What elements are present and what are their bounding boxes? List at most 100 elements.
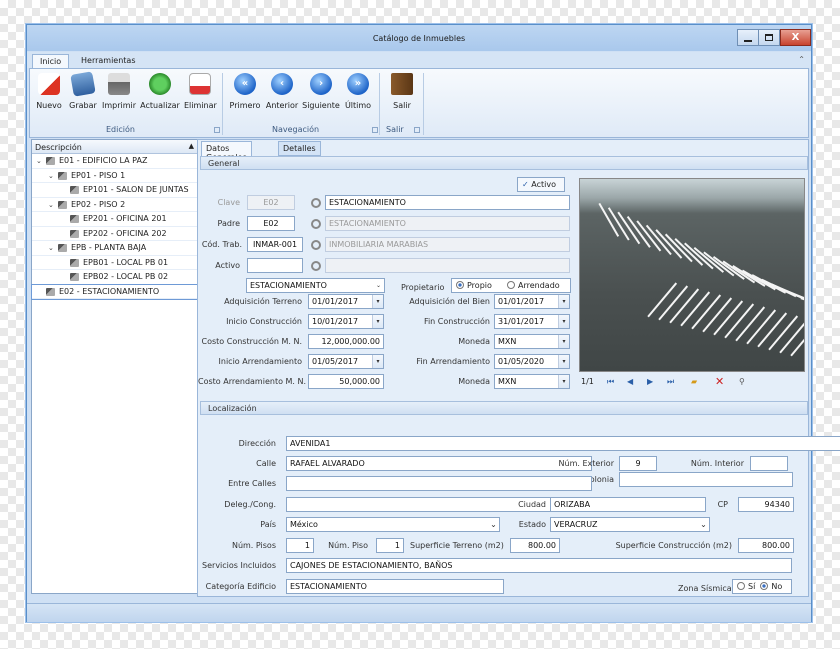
- date-field[interactable]: 01/01/2017 ▾: [494, 294, 570, 309]
- ciudad-field[interactable]: ORIZABA: [550, 497, 706, 512]
- currency-select[interactable]: MXN ▾: [494, 374, 570, 389]
- anterior-button[interactable]: ‹ Anterior: [264, 73, 300, 110]
- propietario-label: Propietario: [401, 283, 445, 292]
- num-piso-field[interactable]: 1: [376, 538, 404, 553]
- categoria-field[interactable]: ESTACIONAMIENTO: [286, 579, 504, 594]
- search-icon[interactable]: [311, 219, 321, 229]
- parking-line: [691, 294, 721, 330]
- activo-field[interactable]: [247, 258, 303, 273]
- colonia-field[interactable]: [619, 472, 793, 487]
- date-field[interactable]: 31/01/2017 ▾: [494, 314, 570, 329]
- group-launcher-icon[interactable]: [414, 127, 420, 133]
- ribbon-tab-herramientas[interactable]: Herramientas: [74, 54, 143, 69]
- num-interior-label: Núm. Interior: [690, 459, 744, 468]
- actualizar-button[interactable]: Actualizar: [140, 73, 180, 110]
- photo-prev-icon[interactable]: ◀: [627, 377, 633, 386]
- expand-toggle-icon[interactable]: ⌄: [48, 198, 54, 212]
- photo-next-icon[interactable]: ▶: [647, 377, 653, 386]
- clave-field[interactable]: E02: [247, 195, 295, 210]
- num-exterior-field[interactable]: 9: [619, 456, 657, 471]
- codtrab-field[interactable]: INMAR-001: [247, 237, 303, 252]
- propietario-radio-group: Propio Arrendado: [451, 278, 571, 293]
- ribbon-collapse-icon[interactable]: ⌃: [798, 55, 805, 64]
- minimize-button[interactable]: [737, 29, 759, 46]
- num-interior-field[interactable]: [750, 456, 788, 471]
- building-icon: [70, 186, 79, 194]
- activo-checkbox[interactable]: ✓ Activo: [517, 177, 565, 192]
- cp-field[interactable]: 94340: [738, 497, 794, 512]
- photo-first-icon[interactable]: ⏮: [607, 377, 614, 387]
- group-edicion-label: Edición: [106, 125, 135, 134]
- tree-node-label: EP01 - PISO 1: [71, 170, 126, 180]
- date-label: Moneda: [458, 337, 490, 346]
- search-icon[interactable]: [311, 261, 321, 271]
- tree-node[interactable]: EP201 - OFICINA 201: [32, 212, 198, 227]
- num-pisos-field[interactable]: 1: [286, 538, 314, 553]
- tree-node-label: EPB02 - LOCAL PB 02: [83, 272, 169, 281]
- search-icon[interactable]: [311, 198, 321, 208]
- date-field[interactable]: 01/01/2017 ▾: [308, 294, 384, 309]
- tree-node[interactable]: EPB02 - LOCAL PB 02: [32, 270, 198, 285]
- tree-header[interactable]: Descripción ▲: [32, 140, 198, 154]
- sup-terreno-field[interactable]: 800.00: [510, 538, 560, 553]
- search-icon[interactable]: [311, 240, 321, 250]
- ribbon-tab-inicio[interactable]: Inicio: [32, 54, 70, 69]
- tree-node[interactable]: ⌄ EPB - PLANTA BAJA: [32, 241, 198, 256]
- tipo-select[interactable]: ESTACIONAMIENTO ⌄: [246, 278, 385, 293]
- pais-select[interactable]: México ⌄: [286, 517, 500, 532]
- ultimo-button[interactable]: » Último: [343, 73, 373, 110]
- amount-field[interactable]: 12,000,000.00: [308, 334, 384, 349]
- zoom-icon[interactable]: ⚲: [739, 377, 745, 386]
- parking-line: [669, 288, 699, 324]
- date-field[interactable]: 01/05/2020 ▾: [494, 354, 570, 369]
- primero-button[interactable]: «Primero: [228, 73, 262, 110]
- padre-field[interactable]: E02: [247, 216, 295, 231]
- servicios-field[interactable]: CAJONES DE ESTACIONAMIENTO, BAÑOS: [286, 558, 792, 573]
- group-launcher-icon[interactable]: [372, 127, 378, 133]
- expand-toggle-icon[interactable]: ⌄: [48, 169, 54, 183]
- folder-open-icon[interactable]: ▰: [691, 377, 697, 386]
- deleg-field[interactable]: [286, 497, 592, 512]
- tree-node[interactable]: ⌄ EP02 - PISO 2: [32, 198, 198, 212]
- tree-node[interactable]: E02 - ESTACIONAMIENTO: [31, 283, 199, 300]
- tree-node[interactable]: ⌄ E01 - EDIFICIO LA PAZ: [32, 154, 198, 169]
- expand-toggle-icon[interactable]: ⌄: [48, 241, 54, 255]
- nuevo-button[interactable]: Nuevo: [34, 73, 64, 110]
- tab-detalles[interactable]: Detalles: [278, 141, 321, 156]
- next-record-icon: ›: [310, 73, 332, 95]
- amount-field[interactable]: 50,000.00: [308, 374, 384, 389]
- sup-construccion-field[interactable]: 800.00: [738, 538, 794, 553]
- date-label: Costo Construcción M. N.: [201, 337, 302, 346]
- no-radio[interactable]: [760, 582, 769, 590]
- grabar-button[interactable]: Grabar: [68, 71, 98, 110]
- eliminar-button[interactable]: Eliminar: [184, 73, 217, 110]
- date-field[interactable]: 01/05/2017 ▾: [308, 354, 384, 369]
- salir-button[interactable]: Salir: [388, 73, 416, 110]
- si-radio[interactable]: [737, 582, 745, 590]
- remove-photo-icon[interactable]: ✕: [715, 375, 724, 388]
- tab-datos-generales[interactable]: Datos Generales: [201, 141, 252, 162]
- close-button[interactable]: X: [780, 29, 811, 46]
- siguiente-button[interactable]: › Siguiente: [302, 73, 340, 110]
- expand-toggle-icon[interactable]: ⌄: [36, 154, 42, 168]
- tree-node[interactable]: EP202 - OFICINA 202: [32, 227, 198, 241]
- imprimir-button[interactable]: Imprimir: [102, 73, 136, 110]
- photo-last-icon[interactable]: ⏭: [667, 377, 674, 387]
- sort-arrow-icon: ▲: [188, 142, 194, 150]
- maximize-button[interactable]: [758, 29, 780, 46]
- parking-line: [713, 300, 743, 336]
- currency-select[interactable]: MXN ▾: [494, 334, 570, 349]
- group-launcher-icon[interactable]: [214, 127, 220, 133]
- previous-record-icon: ‹: [271, 73, 293, 95]
- direccion-field[interactable]: AVENIDA1: [286, 436, 840, 451]
- entre-calles-field[interactable]: [286, 476, 592, 491]
- date-field[interactable]: 10/01/2017 ▾: [308, 314, 384, 329]
- tree-node[interactable]: ⌄ EP01 - PISO 1: [32, 169, 198, 183]
- propio-radio[interactable]: [456, 281, 464, 289]
- photo-counter: 1/1: [581, 377, 594, 386]
- tree-node[interactable]: EP101 - SALON DE JUNTAS: [32, 183, 198, 198]
- tree-node[interactable]: EPB01 - LOCAL PB 01: [32, 256, 198, 270]
- arrendado-radio[interactable]: [506, 281, 515, 289]
- clave-description[interactable]: ESTACIONAMIENTO: [325, 195, 570, 210]
- estado-select[interactable]: VERACRUZ ⌄: [550, 517, 710, 532]
